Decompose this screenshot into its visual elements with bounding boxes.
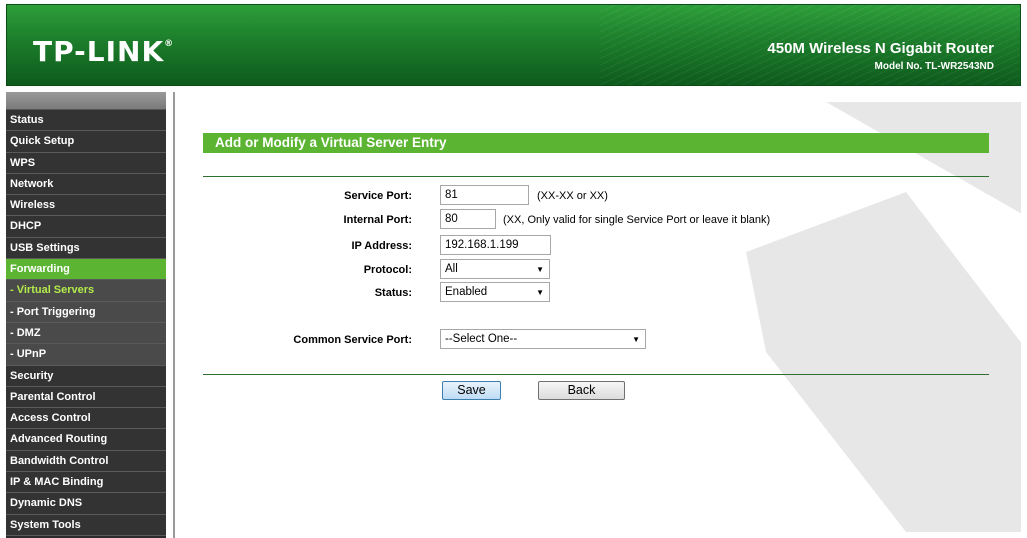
sidebar-item-advanced-routing[interactable]: Advanced Routing — [6, 429, 166, 451]
bottom-divider — [203, 374, 989, 375]
internal-port-label: Internal Port: — [343, 214, 412, 226]
status-selected-value: Enabled — [445, 286, 488, 298]
status-label: Status: — [374, 287, 412, 299]
sidebar-item-wireless[interactable]: Wireless — [6, 195, 166, 217]
sidebar-item-port-triggering[interactable]: - Port Triggering — [6, 301, 166, 323]
sidebar-item-security[interactable]: Security — [6, 365, 166, 387]
sidebar-item-parental-control[interactable]: Parental Control — [6, 386, 166, 409]
top-divider — [203, 176, 989, 177]
protocol-label: Protocol: — [363, 264, 412, 276]
protocol-select[interactable]: All ▼ — [440, 259, 550, 279]
tp-link-logo: TP-LINK® — [33, 35, 175, 68]
sidebar-top-bar — [6, 92, 166, 110]
sidebar-item-usb-settings[interactable]: USB Settings — [6, 237, 166, 260]
common-service-port-select[interactable]: --Select One-- ▼ — [440, 329, 646, 349]
product-title: 450M Wireless N Gigabit Router — [767, 40, 994, 57]
sidebar-item-dhcp[interactable]: DHCP — [6, 216, 166, 238]
sidebar-item-access-control[interactable]: Access Control — [6, 408, 166, 430]
sidebar-menu: Status Quick Setup WPS Network Wireless … — [6, 92, 166, 538]
sidebar-item-system-tools[interactable]: System Tools — [6, 514, 166, 536]
sidebar-item-quick-setup[interactable]: Quick Setup — [6, 131, 166, 153]
back-button[interactable]: Back — [538, 381, 625, 400]
sidebar-item-ip-mac-binding[interactable]: IP & MAC Binding — [6, 472, 166, 494]
ip-address-input[interactable]: 192.168.1.199 — [440, 235, 551, 255]
status-select[interactable]: Enabled ▼ — [440, 282, 550, 302]
watermark-graphic — [746, 102, 1021, 532]
internal-port-input[interactable]: 80 — [440, 209, 496, 229]
sidebar-item-dmz[interactable]: - DMZ — [6, 322, 166, 345]
sidebar-item-status[interactable]: Status — [6, 110, 166, 132]
save-button[interactable]: Save — [442, 381, 501, 400]
service-port-input[interactable]: 81 — [440, 185, 529, 205]
main-content: Add or Modify a Virtual Server Entry Ser… — [176, 92, 1021, 538]
dropdown-arrow-icon: ▼ — [536, 265, 544, 274]
common-service-port-selected-value: --Select One-- — [445, 333, 518, 345]
sidebar-item-upnp[interactable]: - UPnP — [6, 344, 166, 366]
sidebar-item-dynamic-dns[interactable]: Dynamic DNS — [6, 493, 166, 515]
sidebar-item-network[interactable]: Network — [6, 173, 166, 196]
common-service-port-label: Common Service Port: — [293, 334, 412, 346]
sidebar-item-wps[interactable]: WPS — [6, 152, 166, 174]
sidebar-divider — [173, 92, 175, 538]
sidebar-item-forwarding[interactable]: Forwarding — [6, 259, 166, 281]
dropdown-arrow-icon: ▼ — [632, 335, 640, 344]
dropdown-arrow-icon: ▼ — [536, 288, 544, 297]
service-port-label: Service Port: — [344, 190, 412, 202]
protocol-selected-value: All — [445, 263, 458, 275]
service-port-hint: (XX-XX or XX) — [537, 190, 608, 202]
section-title: Add or Modify a Virtual Server Entry — [203, 133, 989, 153]
internal-port-hint: (XX, Only valid for single Service Port … — [503, 214, 771, 226]
sidebar-item-virtual-servers[interactable]: - Virtual Servers — [6, 280, 166, 302]
ip-address-label: IP Address: — [351, 240, 412, 252]
model-number: Model No. TL-WR2543ND — [874, 61, 994, 72]
sidebar-item-bandwidth-control[interactable]: Bandwidth Control — [6, 450, 166, 473]
header-banner: TP-LINK® 450M Wireless N Gigabit Router … — [6, 4, 1021, 86]
